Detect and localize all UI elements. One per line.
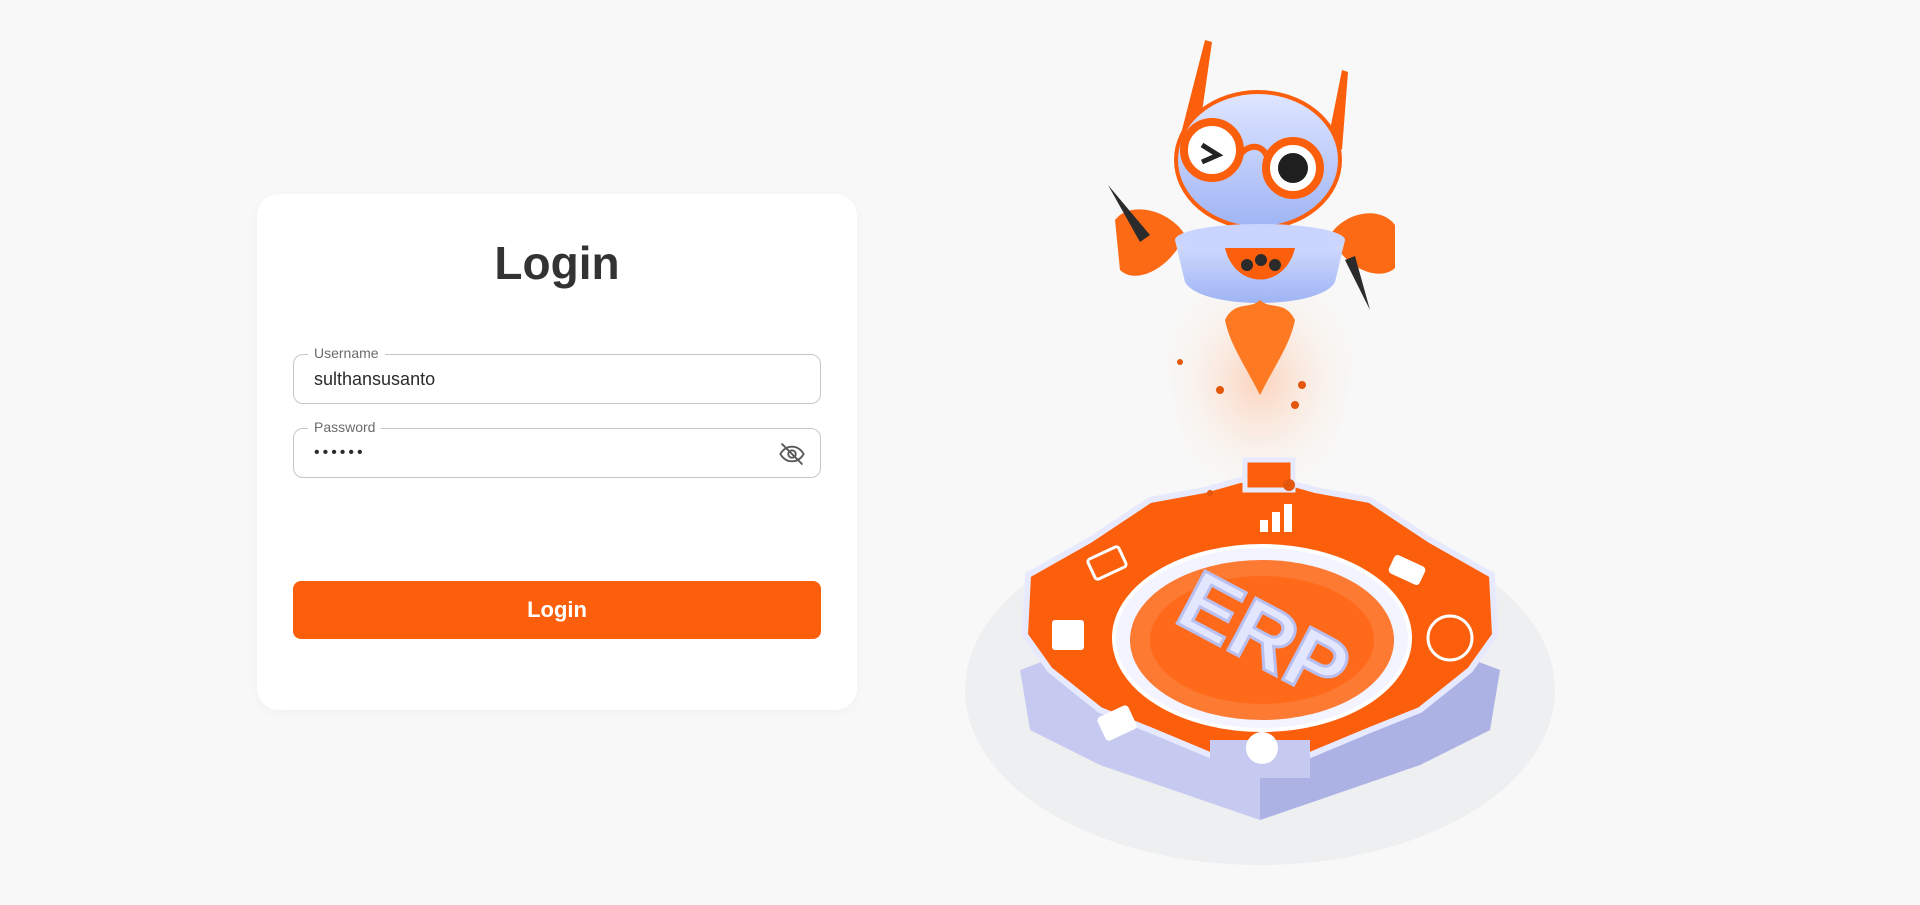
eye-off-icon[interactable] <box>778 440 806 468</box>
login-button[interactable]: Login <box>293 581 821 639</box>
login-title: Login <box>494 237 620 289</box>
erp-robot-illustration: ERP <box>965 40 1555 865</box>
login-page: Login Username Password Login <box>0 0 1920 905</box>
username-input[interactable] <box>314 355 754 403</box>
password-field[interactable]: Password <box>293 418 821 478</box>
login-card: Login Username Password Login <box>257 194 857 710</box>
username-field[interactable]: Username <box>293 344 821 404</box>
password-input[interactable] <box>314 429 754 477</box>
